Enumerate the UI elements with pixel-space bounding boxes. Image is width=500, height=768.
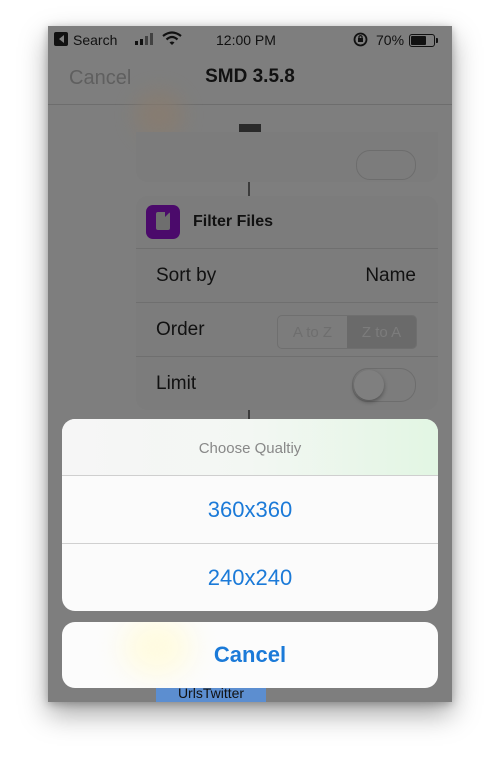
filter-files-card[interactable]: Filter Files Sort by Name Order A to Z Z… <box>136 196 438 410</box>
toggle-switch[interactable] <box>356 150 416 180</box>
status-time: 12:00 PM <box>216 32 276 48</box>
battery-icon <box>409 34 438 47</box>
phone-screen: Search 12:00 PM 70% Cancel SMD 3.5.8 Fil… <box>48 26 452 702</box>
order-option-a-to-z[interactable]: A to Z <box>278 316 347 348</box>
order-row: Order A to Z Z to A <box>136 303 438 357</box>
battery-percent: 70% <box>376 32 405 48</box>
action-title: Filter Files <box>193 213 274 230</box>
order-segmented-control[interactable]: A to Z Z to A <box>277 315 417 349</box>
action-sheet: Choose Qualtiy 360x360 240x240 <box>62 419 438 611</box>
order-option-z-to-a[interactable]: Z to A <box>347 316 416 348</box>
navigation-bar: Cancel SMD 3.5.8 <box>48 54 452 140</box>
sort-by-row[interactable]: Sort by Name <box>136 249 438 303</box>
back-to-app-label[interactable]: Search <box>73 32 117 48</box>
file-icon <box>146 205 180 239</box>
order-label: Order <box>156 319 205 340</box>
cancel-label: Cancel <box>213 642 287 667</box>
quality-option-360[interactable]: 360x360 <box>62 476 438 544</box>
back-arrow-icon[interactable] <box>54 32 68 46</box>
action-sheet-header: Choose Qualtiy <box>62 419 438 476</box>
action-header: Filter Files <box>136 196 438 249</box>
wifi-icon <box>162 31 182 45</box>
limit-toggle[interactable] <box>352 368 416 402</box>
touch-highlight <box>122 622 192 677</box>
previous-action-card[interactable] <box>136 132 438 182</box>
action-sheet-cancel-button[interactable]: Cancel <box>62 622 438 688</box>
limit-label: Limit <box>156 373 197 394</box>
rotation-lock-icon <box>353 32 368 47</box>
status-bar: Search 12:00 PM 70% <box>48 26 452 54</box>
action-sheet-title: Choose Qualtiy <box>198 440 302 457</box>
page-title: SMD 3.5.8 <box>205 66 295 87</box>
cellular-signal-icon <box>135 33 155 45</box>
quality-option-240[interactable]: 240x240 <box>62 544 438 611</box>
sort-by-value[interactable]: Name <box>365 265 416 287</box>
sort-by-label: Sort by <box>156 265 217 286</box>
limit-row: Limit <box>136 357 438 410</box>
